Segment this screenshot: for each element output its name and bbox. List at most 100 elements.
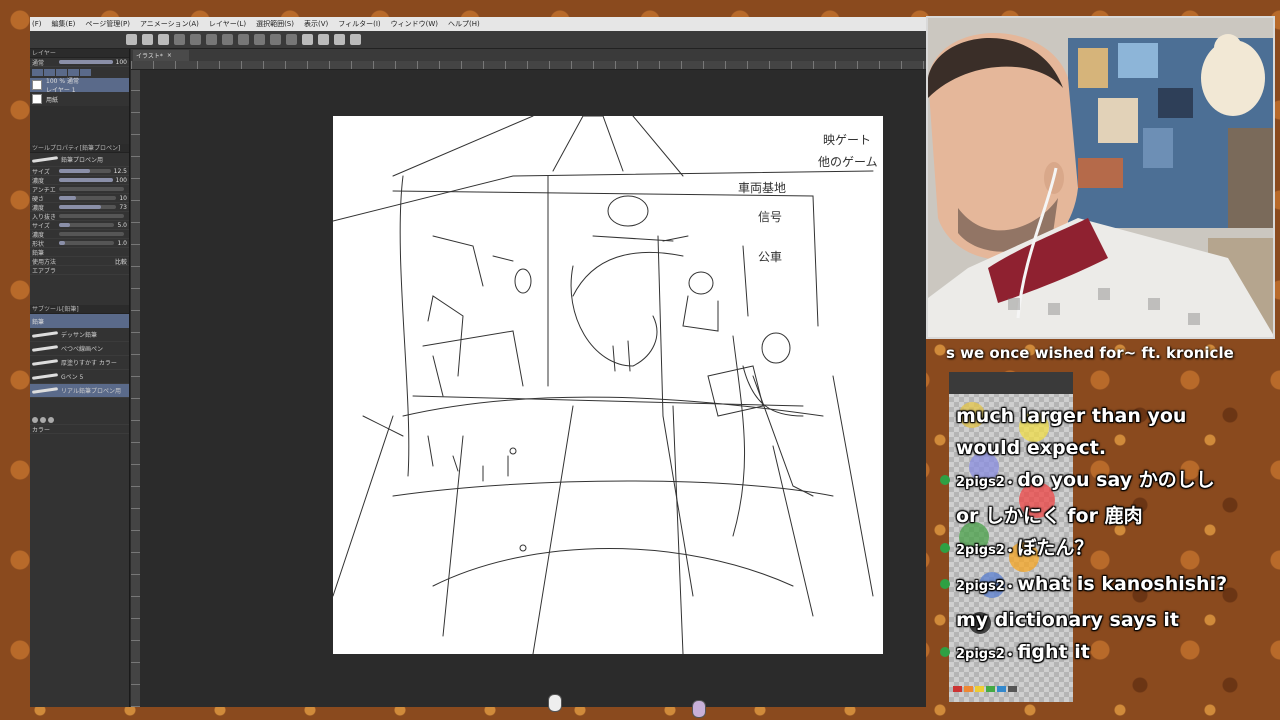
subtool-active[interactable]: 鉛筆 <box>30 314 129 328</box>
chat-username: 2pigs2 <box>956 579 1005 594</box>
chat-overlay: much larger than you would expect. 2pigs… <box>940 400 1240 672</box>
brush-item[interactable]: Gペン 5 <box>30 370 129 384</box>
chat-message: much larger than you would expect. <box>940 400 1240 464</box>
tool-name: 鉛筆プロペン用 <box>61 157 104 164</box>
property-slider[interactable] <box>59 169 111 173</box>
note-car: 公車 <box>758 250 782 264</box>
brush-item[interactable]: デッサン鉛筆 <box>30 328 129 342</box>
color-dots[interactable] <box>32 417 54 423</box>
opacity-slider[interactable] <box>59 60 113 64</box>
opacity-value: 100 <box>115 58 127 66</box>
menu-view[interactable]: 表示(V) <box>304 19 328 29</box>
menu-filter[interactable]: フィルター(I) <box>338 19 380 29</box>
tool-name-row: 鉛筆プロペン用 <box>30 153 129 167</box>
menu-bar: (F) 編集(E) ページ管理(P) アニメーション(A) レイヤー(L) 選択… <box>30 17 926 31</box>
layer-lock-icon[interactable] <box>32 69 43 76</box>
property-slider[interactable] <box>59 196 117 200</box>
snap-icon[interactable] <box>334 34 345 45</box>
property-slider[interactable] <box>59 178 113 182</box>
user-badge-icon <box>940 647 950 657</box>
menu-layer[interactable]: レイヤー(L) <box>209 19 246 29</box>
menu-help[interactable]: ヘルプ(H) <box>448 19 480 29</box>
note-game: 他のゲーム <box>818 155 878 169</box>
property-slider[interactable] <box>59 205 117 209</box>
document-tabs: イラスト* × <box>131 49 926 61</box>
pen-icon[interactable] <box>302 34 313 45</box>
layer-list-space <box>30 106 129 144</box>
chat-text: ぼたん？ <box>1017 537 1094 559</box>
document-tab[interactable]: イラスト* × <box>133 50 189 61</box>
invert-icon[interactable] <box>286 34 297 45</box>
layer-ref-icon[interactable] <box>56 69 67 76</box>
ink-select[interactable]: 比較 <box>115 257 127 266</box>
brush-label: エアブラシ <box>32 267 56 275</box>
brush-item[interactable]: べつべ線画ペン <box>30 342 129 356</box>
chat-message: 2pigs2 • what is kanoshishi? my dictionary… <box>940 568 1240 636</box>
clear-icon[interactable] <box>206 34 217 45</box>
menu-window[interactable]: ウィンドウ(W) <box>391 19 438 29</box>
layer-item-1[interactable]: 100 % 通常 レイヤー 1 <box>30 78 129 94</box>
redo-icon[interactable] <box>190 34 201 45</box>
property-label: 形状 <box>32 240 45 248</box>
layer-color-icon[interactable] <box>80 69 91 76</box>
layer-clip-icon[interactable] <box>44 69 55 76</box>
mascot-sprite <box>548 694 562 712</box>
brush-item[interactable]: 厚塗りすかす カラー <box>30 356 129 370</box>
undo-icon[interactable] <box>174 34 185 45</box>
layer-item-paper[interactable]: 用紙 <box>30 92 129 106</box>
menu-animation[interactable]: アニメーション(A) <box>140 19 199 29</box>
layer-sub: レイヤー 1 <box>46 87 76 94</box>
menu-selection[interactable]: 選択範囲(S) <box>256 19 294 29</box>
menu-page[interactable]: ページ管理(P) <box>85 19 130 29</box>
left-panel: レイヤー 通常 100 100 % 通常 レイヤー 1 用紙 ツールプロパティ[… <box>30 49 130 707</box>
open-file-icon[interactable] <box>142 34 153 45</box>
subtool-title: サブツール[鉛筆] <box>30 305 129 314</box>
chat-message: 2pigs2 • fight it <box>940 636 1240 672</box>
ruler-icon[interactable] <box>318 34 329 45</box>
property-label: サイズ <box>32 168 50 176</box>
brush-name: リアル鉛筆プロペン用 <box>61 388 121 395</box>
brush-name: べつべ線画ペン <box>61 346 104 353</box>
user-badge-icon <box>940 543 950 553</box>
brush-item-selected[interactable]: リアル鉛筆プロペン用 <box>30 384 129 398</box>
transform-icon[interactable] <box>238 34 249 45</box>
tool-properties: サイズ12.5濃度100アンチエイリアス硬さ10濃度73入り抜きサイズ5.0濃度… <box>30 167 129 248</box>
property-slider[interactable] <box>59 214 124 218</box>
blend-row: 通常 100 <box>30 58 129 67</box>
chat-text: fight it <box>1017 641 1090 663</box>
chat-username: 2pigs2 <box>956 475 1005 490</box>
menu-file[interactable]: (F) <box>32 20 42 28</box>
brush-preview <box>31 156 59 163</box>
layer-thumbnail <box>32 94 42 104</box>
color-select[interactable]: カラー <box>32 425 92 434</box>
deselect-icon[interactable] <box>254 34 265 45</box>
property-slider[interactable] <box>59 241 115 245</box>
close-icon[interactable]: × <box>167 52 172 59</box>
blend-mode-select[interactable]: 通常 <box>32 58 56 67</box>
menu-edit[interactable]: 編集(E) <box>52 19 76 29</box>
property-value: 10 <box>119 194 127 202</box>
property-label: 入り抜き <box>32 213 56 221</box>
settings-icon[interactable] <box>350 34 361 45</box>
clip-studio-window: (F) 編集(E) ページ管理(P) アニメーション(A) レイヤー(L) 選択… <box>30 17 926 707</box>
note-signal: 信号 <box>758 210 782 224</box>
property-slider[interactable] <box>59 232 124 236</box>
property-label: 濃度 <box>32 204 45 212</box>
color-select-row: カラー <box>30 425 129 434</box>
layer-buttons <box>30 67 129 78</box>
note-depot: 車両基地 <box>738 181 786 195</box>
stream-title: s we once wished for~ ft. kronicle <box>946 344 1234 362</box>
property-label: 濃度 <box>32 177 45 185</box>
crop-icon[interactable] <box>270 34 281 45</box>
chat-header-bar <box>949 372 1073 394</box>
property-slider[interactable] <box>59 223 115 227</box>
drawing-canvas[interactable]: 映ゲート 他のゲーム 車両基地 信号 公車 <box>332 115 883 655</box>
fill-icon[interactable] <box>222 34 233 45</box>
user-badge-icon <box>940 579 950 589</box>
chat-message: 2pigs2 • do you say かのしし or しかにく for 鹿肉 <box>940 464 1240 532</box>
property-value: 100 <box>115 176 127 184</box>
property-slider[interactable] <box>59 187 124 191</box>
new-file-icon[interactable] <box>126 34 137 45</box>
save-icon[interactable] <box>158 34 169 45</box>
layer-mask-icon[interactable] <box>68 69 79 76</box>
